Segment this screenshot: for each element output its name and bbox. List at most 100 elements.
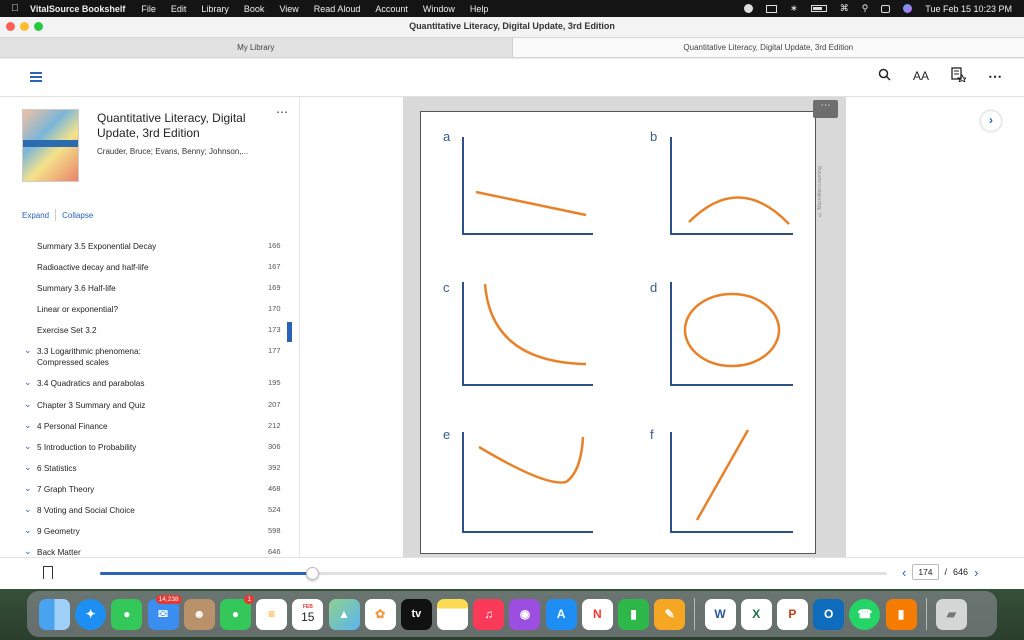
next-page-button[interactable]: › bbox=[981, 111, 1001, 131]
menu-file[interactable]: File bbox=[141, 4, 156, 14]
music-icon[interactable]: ♫ bbox=[473, 598, 505, 630]
graph-label-d: d bbox=[650, 280, 658, 295]
tv-icon[interactable]: tv bbox=[400, 598, 432, 630]
chevron-down-icon[interactable]: ⌄ bbox=[24, 420, 32, 431]
toc-item[interactable]: Summary 3.6 Half-life 169 bbox=[0, 277, 299, 298]
powerpoint-icon[interactable]: P bbox=[776, 598, 808, 630]
news-icon[interactable]: N bbox=[581, 598, 613, 630]
graph-label-f: f bbox=[650, 427, 654, 442]
chevron-down-icon[interactable]: ⌄ bbox=[24, 399, 32, 410]
toc-item-page: 169 bbox=[268, 283, 281, 293]
menu-book[interactable]: Book bbox=[244, 4, 265, 14]
toc-item-page: 173 bbox=[268, 325, 281, 335]
prev-page-icon[interactable]: ‹ bbox=[902, 565, 906, 580]
tab-my-library[interactable]: My Library bbox=[0, 38, 513, 57]
page-menu-icon[interactable]: ⋯ bbox=[813, 100, 838, 118]
progress-bar: ‹ 174 / 646 › bbox=[0, 557, 1024, 589]
photos-icon[interactable]: ✿ bbox=[364, 598, 396, 630]
toc-item[interactable]: ⌄ 3.4 Quadratics and parabolas 195 bbox=[0, 372, 299, 393]
more-options-icon[interactable]: ⋯ bbox=[988, 68, 1002, 85]
pages-icon[interactable]: ✎ bbox=[654, 598, 686, 630]
toc-item[interactable]: ⌄ 4 Personal Finance 212 bbox=[0, 415, 299, 436]
calendar-icon[interactable]: FEB 15 bbox=[292, 598, 324, 630]
messages-icon[interactable]: ● 1 bbox=[219, 594, 254, 630]
word-icon[interactable]: W bbox=[704, 598, 736, 630]
siri-icon[interactable] bbox=[903, 4, 913, 13]
toc-item[interactable]: Exercise Set 3.2 173 bbox=[0, 319, 299, 340]
apple-icon[interactable]:  bbox=[0, 3, 30, 14]
toc-item[interactable]: ⌄ 3.3 Logarithmic phenomena: Compressed s… bbox=[0, 340, 299, 372]
toc-item[interactable]: ⌄ 9 Geometry 598 bbox=[0, 520, 299, 541]
chevron-down-icon[interactable]: ⌄ bbox=[24, 504, 32, 515]
book-more-icon[interactable]: ⋯ bbox=[276, 105, 289, 119]
record-icon[interactable] bbox=[744, 4, 754, 13]
menu-window[interactable]: Window bbox=[423, 4, 455, 14]
toc-item[interactable]: ⌄ 5 Introduction to Probability 306 bbox=[0, 436, 299, 457]
menu-help[interactable]: Help bbox=[470, 4, 489, 14]
search-icon[interactable] bbox=[878, 68, 891, 84]
spotlight-icon[interactable]: ⚲ bbox=[862, 3, 869, 14]
numbers-icon[interactable]: ▮ bbox=[618, 598, 649, 630]
toc-item-page: 468 bbox=[268, 483, 281, 493]
bookshelf-icon[interactable]: ▮ bbox=[885, 598, 917, 630]
toc-item[interactable]: ⌄ 6 Statistics 392 bbox=[0, 457, 299, 478]
toc-item[interactable]: ⌄ Chapter 3 Summary and Quiz 207 bbox=[0, 394, 299, 415]
text-size-icon[interactable]: AA bbox=[913, 69, 929, 83]
menu-app-name[interactable]: VitalSource Bookshelf bbox=[30, 4, 125, 14]
podcasts-icon[interactable]: ◉ bbox=[509, 598, 541, 630]
next-page-icon[interactable]: › bbox=[974, 565, 978, 580]
battery-icon[interactable] bbox=[810, 5, 827, 12]
toc-item[interactable]: Summary 3.5 Exponential Decay 166 bbox=[0, 235, 299, 256]
current-page-input[interactable]: 174 bbox=[912, 564, 939, 580]
book-page: a b c d e f bbox=[420, 111, 816, 554]
excel-icon[interactable]: X bbox=[740, 598, 772, 630]
tab-book[interactable]: Quantitative Literacy, Digital Update, 3… bbox=[512, 38, 1024, 57]
finder-icon[interactable] bbox=[39, 598, 70, 630]
menu-edit[interactable]: Edit bbox=[171, 4, 187, 14]
collapse-link[interactable]: Collapse bbox=[62, 211, 93, 220]
whatsapp-icon[interactable]: ☎ bbox=[849, 598, 881, 630]
trash-icon[interactable]: ▰ bbox=[935, 598, 967, 630]
toc-item[interactable]: Linear or exponential? 170 bbox=[0, 298, 299, 319]
outlook-icon[interactable]: O bbox=[813, 598, 845, 630]
chevron-down-icon[interactable]: ⌄ bbox=[24, 377, 32, 388]
maps-icon[interactable]: ▲ bbox=[328, 598, 360, 630]
chevron-down-icon[interactable]: ⌄ bbox=[24, 441, 32, 452]
bookmark-icon[interactable] bbox=[43, 566, 53, 579]
book-title: Quantitative Literacy, Digital Update, 3… bbox=[97, 111, 246, 140]
safari-icon[interactable]: ✦ bbox=[75, 598, 107, 630]
expand-collapse-row: Expand Collapse bbox=[22, 209, 93, 221]
page-slider[interactable] bbox=[100, 567, 887, 580]
chevron-down-icon[interactable]: ⌄ bbox=[24, 462, 32, 473]
toc-item[interactable]: ⌄ 8 Voting and Social Choice 524 bbox=[0, 499, 299, 520]
notes-app-icon[interactable] bbox=[437, 598, 469, 630]
control-center-icon[interactable] bbox=[881, 4, 891, 13]
chevron-down-icon[interactable]: ⌄ bbox=[24, 345, 32, 356]
app-store-icon[interactable]: A bbox=[545, 598, 577, 630]
slider-thumb[interactable] bbox=[306, 567, 320, 580]
mail-icon[interactable]: ✉ 14,238 bbox=[147, 594, 182, 630]
bluetooth-icon[interactable]: ∗ bbox=[790, 3, 798, 14]
screen-icon[interactable] bbox=[766, 4, 778, 13]
menu-view[interactable]: View bbox=[279, 4, 298, 14]
chevron-down-icon[interactable]: ⌄ bbox=[24, 483, 32, 494]
toc-menu-icon[interactable] bbox=[30, 72, 42, 82]
facetime-icon[interactable]: ● bbox=[111, 598, 143, 630]
menu-library[interactable]: Library bbox=[201, 4, 229, 14]
graph-a bbox=[462, 137, 593, 235]
toc-item[interactable]: ⌄ 7 Graph Theory 468 bbox=[0, 478, 299, 499]
contacts-icon[interactable]: ☻ bbox=[183, 598, 215, 630]
toc-item-label: Summary 3.6 Half-life bbox=[37, 284, 116, 294]
expand-link[interactable]: Expand bbox=[22, 211, 49, 220]
reminders-icon[interactable]: ≡ bbox=[256, 598, 288, 630]
menu-read-aloud[interactable]: Read Aloud bbox=[314, 4, 361, 14]
menu-clock[interactable]: Tue Feb 15 10:23 PM bbox=[925, 4, 1012, 14]
toc-item-page: 524 bbox=[268, 505, 281, 515]
menu-account[interactable]: Account bbox=[375, 4, 408, 14]
notes-icon[interactable] bbox=[951, 67, 968, 85]
wifi-icon[interactable]: ⌘ bbox=[840, 3, 849, 14]
chevron-down-icon[interactable]: ⌄ bbox=[24, 525, 32, 536]
toc-item[interactable]: Radioactive decay and half-life 167 bbox=[0, 256, 299, 277]
chevron-down-icon[interactable]: ⌄ bbox=[24, 546, 32, 557]
toc-item[interactable]: ⌄ Back Matter 646 bbox=[0, 541, 299, 557]
